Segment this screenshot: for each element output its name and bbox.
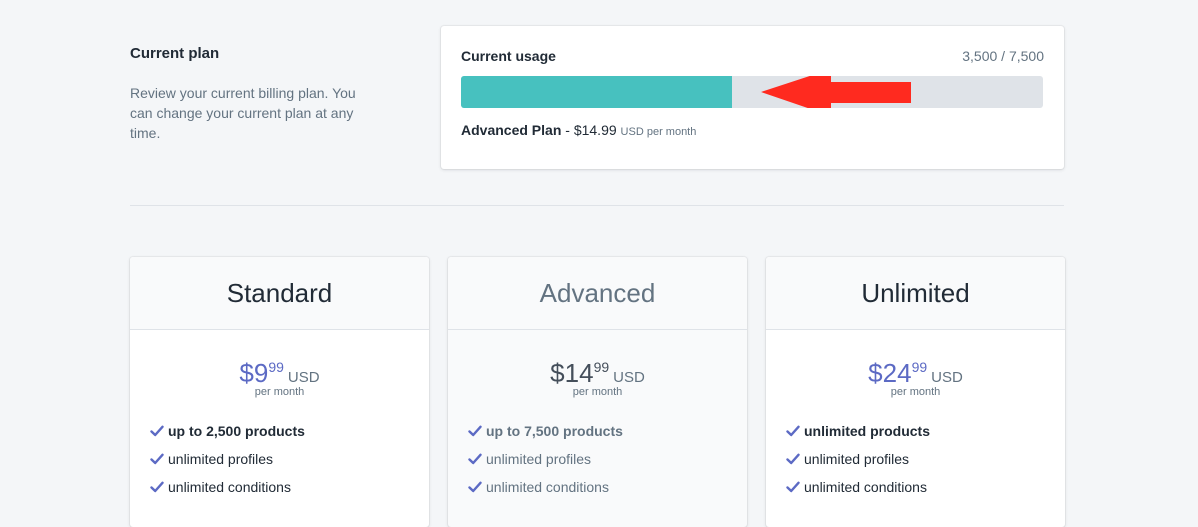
feature-list: up to 7,500 products unlimited profiles un…: [468, 417, 747, 501]
feature-item: up to 7,500 products: [468, 417, 747, 445]
check-icon: [468, 425, 482, 437]
feature-text: unlimited conditions: [486, 479, 609, 495]
price-currency: USD: [931, 369, 963, 386]
feature-item: unlimited conditions: [150, 473, 429, 501]
current-plan-price: $14.99: [573, 122, 617, 138]
usage-card: Current usage 3,500 / 7,500 Advanced Pla…: [441, 26, 1064, 169]
feature-text: unlimited profiles: [486, 451, 592, 467]
plan-price: $999USD: [130, 351, 429, 388]
price-period: per month: [254, 386, 305, 398]
price-period: per month: [572, 386, 623, 398]
plan-card-unlimited[interactable]: Unlimited $2499USD per month unlimited prod…: [766, 257, 1065, 527]
price-currency: USD: [613, 369, 645, 386]
plan-price: $2499USD: [766, 351, 1065, 388]
current-plan-summary: Advanced Plan - $14.99 USD per month: [461, 121, 1044, 141]
feature-list: unlimited products unlimited profiles unli…: [786, 417, 1065, 501]
billing-intro: Current plan Review your current billing…: [130, 44, 370, 143]
usage-progress-fill: [461, 76, 732, 108]
plan-separator: -: [561, 122, 574, 138]
feature-text: up to 7,500 products: [486, 423, 623, 439]
check-icon: [786, 481, 800, 493]
check-icon: [150, 425, 164, 437]
section-description: Review your current billing plan. You ca…: [130, 85, 356, 141]
feature-text: unlimited profiles: [804, 451, 910, 467]
plan-name: Standard: [130, 257, 429, 330]
plan-card-standard[interactable]: Standard $999USD per month up to 2,500 prod…: [130, 257, 429, 527]
feature-item: unlimited conditions: [786, 473, 1065, 501]
check-icon: [468, 453, 482, 465]
plan-card-advanced[interactable]: Advanced $1499USD per month up to 7,500 pro…: [448, 257, 747, 527]
feature-item: unlimited conditions: [468, 473, 747, 501]
current-plan-name: Advanced Plan: [461, 122, 562, 138]
feature-text: up to 2,500 products: [168, 423, 305, 439]
usage-progress-bar: [461, 76, 1043, 108]
feature-text: unlimited profiles: [168, 451, 274, 467]
price-cents: 99: [593, 359, 610, 375]
usage-label: Current usage: [461, 48, 556, 64]
check-icon: [786, 453, 800, 465]
price-period: per month: [890, 386, 941, 398]
current-plan-unit: USD per month: [620, 126, 697, 138]
price-dollars: $24: [868, 358, 912, 388]
feature-text: unlimited conditions: [804, 479, 927, 495]
price-dollars: $9: [239, 358, 269, 388]
feature-item: unlimited profiles: [468, 445, 747, 473]
plan-name: Advanced: [448, 257, 747, 330]
price-currency: USD: [287, 369, 320, 386]
plan-price: $1499USD: [448, 351, 747, 388]
check-icon: [150, 481, 164, 493]
price-dollars: $14: [550, 358, 594, 388]
arrow-left-icon: [761, 76, 911, 108]
section-divider: [130, 205, 1064, 206]
usage-header: Current usage 3,500 / 7,500: [461, 46, 1044, 66]
feature-item: unlimited products: [786, 417, 1065, 445]
feature-item: unlimited profiles: [150, 445, 429, 473]
feature-item: unlimited profiles: [786, 445, 1065, 473]
check-icon: [150, 453, 164, 465]
check-icon: [786, 425, 800, 437]
section-title: Current plan: [130, 45, 220, 62]
plan-name: Unlimited: [766, 257, 1065, 330]
feature-text: unlimited conditions: [168, 479, 291, 495]
price-cents: 99: [911, 359, 928, 375]
usage-count: 3,500 / 7,500: [962, 48, 1044, 64]
feature-item: up to 2,500 products: [150, 417, 429, 445]
feature-text: unlimited products: [804, 423, 930, 439]
price-cents: 99: [268, 359, 284, 375]
check-icon: [468, 481, 482, 493]
feature-list: up to 2,500 products unlimited profiles un…: [150, 417, 429, 501]
plan-list: Standard $999USD per month up to 2,500 prod…: [130, 257, 1065, 527]
